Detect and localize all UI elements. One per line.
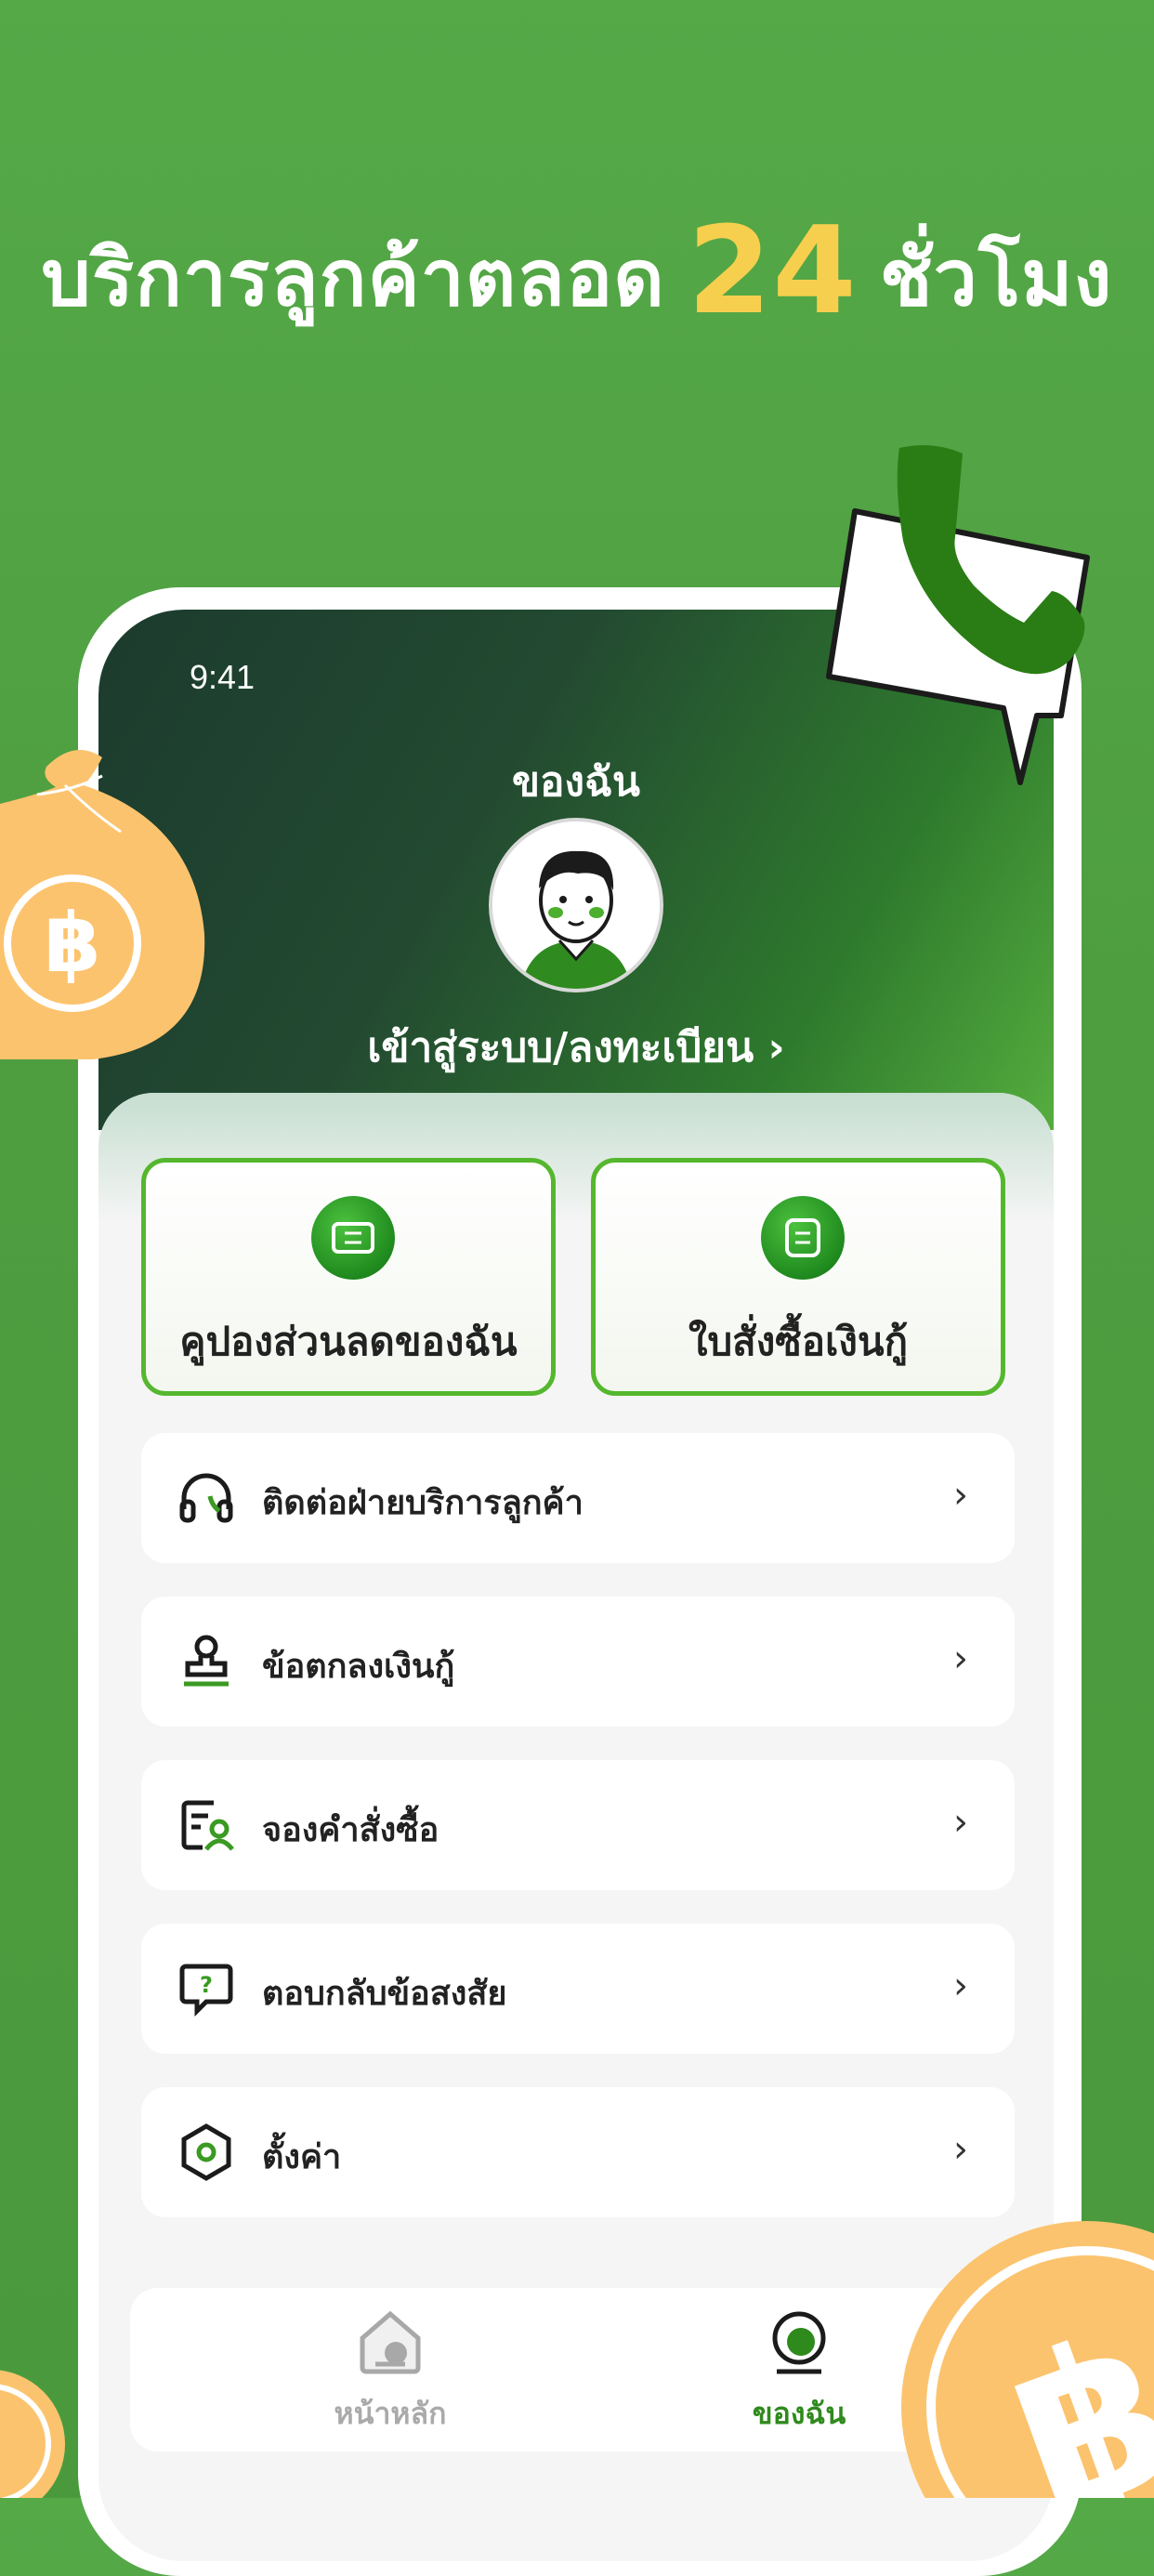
login-register-link[interactable]: เข้าสู่ระบบ/ลงทะเบียน › <box>98 1015 1054 1080</box>
headline-text-1: บริการลูกค้าตลอด <box>41 232 665 323</box>
tab-home-label: หน้าหลัก <box>334 2396 447 2431</box>
menu-item-loan-agreement[interactable]: ข้อตกลงเงินกู้ › <box>141 1597 1015 1727</box>
menu-label: ติดต่อฝ่ายบริการลูกค้า <box>262 1484 584 1522</box>
menu-item-customer-service[interactable]: ติดต่อฝ่ายบริการลูกค้า › <box>141 1433 1015 1563</box>
home-icon <box>360 2310 421 2374</box>
svg-text:?: ? <box>200 1972 213 1998</box>
menu-item-inquiry-reply[interactable]: ? ตอบกลับข้อสงสัย › <box>141 1924 1015 2054</box>
coin-partial-icon <box>0 2370 65 2498</box>
tab-home[interactable]: หน้าหลัก <box>297 2307 483 2438</box>
svg-text:฿: ฿ <box>44 895 100 991</box>
chevron-right-icon: › <box>953 1637 968 1680</box>
promo-headline: บริการลูกค้าตลอด 24 ชั่วโมง <box>0 200 1154 341</box>
profile-tab-icon <box>772 2311 826 2374</box>
bottom-tab-bar: หน้าหลัก ของฉัน <box>130 2288 1022 2451</box>
login-register-label: เข้าสู่ระบบ/ลงทะเบียน <box>367 1024 754 1071</box>
headline-text-2: ชั่วโมง <box>879 232 1113 323</box>
my-coupons-label: คูปองส่วนลดของฉัน <box>179 1319 518 1364</box>
my-coupons-card[interactable]: คูปองส่วนลดของฉัน <box>141 1158 556 1396</box>
loan-orders-label: ใบสั่งซื้อเงินกู้ <box>688 1319 909 1364</box>
loan-orders-card[interactable]: ใบสั่งซื้อเงินกู้ <box>591 1158 1005 1396</box>
phone-call-bubble-icon <box>826 445 1090 785</box>
coupon-icon <box>311 1196 395 1280</box>
settings-icon <box>181 2123 231 2181</box>
document-icon <box>761 1196 845 1280</box>
headset-icon <box>179 1473 233 1523</box>
menu-label: จองคำสั่งซื้อ <box>262 1811 439 1849</box>
money-bag-icon: ฿ <box>0 750 205 1059</box>
tab-mine[interactable]: ของฉัน <box>706 2307 892 2438</box>
menu-item-settings[interactable]: ตั้งค่า › <box>141 2087 1015 2217</box>
status-time: 9:41 <box>190 658 256 696</box>
headline-number: 24 <box>687 200 858 341</box>
chevron-right-icon: › <box>767 1024 785 1071</box>
chevron-right-icon: › <box>953 1965 968 2007</box>
stamp-icon <box>184 1635 229 1687</box>
menu-label: ตอบกลับข้อสงสัย <box>262 1975 507 2013</box>
chevron-right-icon: › <box>953 1801 968 1844</box>
coin-icon: ฿ <box>901 2221 1154 2498</box>
chevron-right-icon: › <box>953 1474 968 1517</box>
tab-mine-label: ของฉัน <box>752 2396 846 2431</box>
question-chat-icon: ? <box>179 1964 233 2017</box>
menu-label: ตั้งค่า <box>262 2138 342 2176</box>
chevron-right-icon: › <box>953 2128 968 2171</box>
menu-item-reserve-order[interactable]: จองคำสั่งซื้อ › <box>141 1760 1015 1890</box>
avatar-illustration-icon <box>492 821 660 989</box>
order-user-icon <box>181 1800 234 1851</box>
menu-label: ข้อตกลงเงินกู้ <box>262 1648 455 1686</box>
avatar[interactable] <box>489 818 663 992</box>
